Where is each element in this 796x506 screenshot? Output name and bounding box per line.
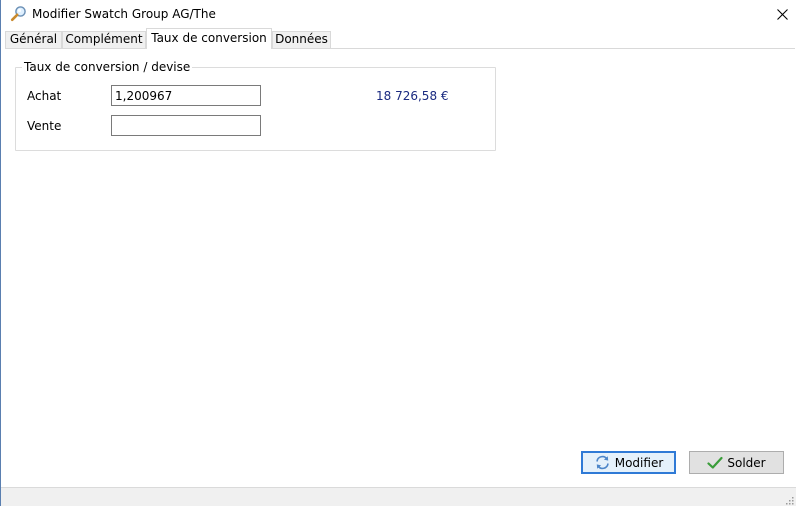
modifier-button-label: Modifier — [614, 455, 664, 470]
tab-strip: Général Complément Taux de conversion Do… — [5, 28, 795, 49]
vente-label: Vente — [27, 119, 62, 133]
conversion-groupbox: Taux de conversion / devise Achat 18 726… — [15, 60, 496, 151]
tab-panel-taux-de-conversion: Taux de conversion / devise Achat 18 726… — [5, 48, 795, 487]
close-icon — [776, 8, 788, 20]
solder-button-label: Solder — [727, 455, 766, 470]
checkmark-icon — [707, 456, 723, 469]
achat-input[interactable] — [111, 85, 261, 106]
close-button[interactable] — [767, 0, 796, 28]
tab-label: Général — [9, 32, 58, 46]
groupbox-title: Taux de conversion / devise — [22, 60, 193, 75]
refresh-icon — [595, 455, 609, 470]
status-bar — [1, 487, 796, 506]
achat-amount: 18 726,58 € — [376, 89, 449, 103]
tab-taux-de-conversion[interactable]: Taux de conversion — [146, 28, 272, 49]
resize-grip-icon[interactable] — [784, 494, 794, 505]
window-title: Modifier Swatch Group AG/The — [32, 7, 216, 21]
tab-label: Données — [275, 32, 328, 46]
tab-complement[interactable]: Complément — [62, 31, 146, 48]
dialog-window: Modifier Swatch Group AG/The Général Com… — [0, 0, 796, 506]
title-bar[interactable]: Modifier Swatch Group AG/The — [1, 0, 796, 28]
vente-input[interactable] — [111, 115, 261, 136]
tab-general[interactable]: Général — [5, 31, 62, 48]
modifier-button[interactable]: Modifier — [581, 451, 676, 474]
solder-button[interactable]: Solder — [689, 451, 784, 474]
magnifier-icon — [10, 5, 28, 23]
tab-label: Complément — [65, 32, 143, 46]
tab-label: Taux de conversion — [151, 31, 267, 45]
tab-donnees[interactable]: Données — [272, 31, 331, 48]
achat-label: Achat — [27, 89, 62, 103]
